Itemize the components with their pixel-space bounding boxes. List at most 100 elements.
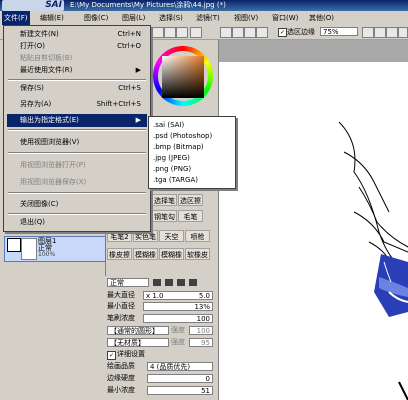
menu-window[interactable]: 窗口(W) <box>270 11 300 25</box>
edge-hardness-field[interactable]: 0 <box>147 374 213 383</box>
menu-bar: 文件(F) 编辑(E) 图像(C) 图层(L) 选择(S) 滤镜(T) 视图(V… <box>0 11 408 26</box>
submenu-arrow-icon: ▶ <box>135 116 141 124</box>
min-density-field[interactable]: 51 <box>147 386 213 395</box>
toolbar-button[interactable] <box>152 27 164 38</box>
eye-icon[interactable] <box>7 238 21 252</box>
detail-label: 详细设置 <box>117 350 145 358</box>
max-size-multiplier: x 1.0 <box>146 292 164 300</box>
menu-item-label: 退出(Q) <box>20 218 45 226</box>
export-submenu: .sai (SAI) .psd (Photoshop) .bmp (Bitmap… <box>148 116 236 189</box>
zoom-out-button[interactable] <box>362 27 374 38</box>
edge-hardness-label: 边缘硬度 <box>107 374 135 382</box>
file-menu: 新建文件(N) Ctrl+N 打开(O) Ctrl+O 粘贴自剪切板(B) 最近使用… <box>3 25 151 232</box>
tool-sky[interactable]: 天空 <box>159 230 184 242</box>
menu-open-view-browser[interactable]: 用视图浏览器打开(P) <box>7 159 147 172</box>
menu-item-label: 用视图浏览器保存(X) <box>20 178 87 186</box>
tool-eraser[interactable]: 橡皮擦 <box>107 248 132 260</box>
tool-soft-eraser[interactable]: 软橡皮 <box>185 248 210 260</box>
zoom-reset-button[interactable] <box>386 27 398 38</box>
menu-item-label: 另存为(A) <box>20 100 52 108</box>
menu-image[interactable]: 图像(C) <box>82 11 110 25</box>
tool-pen[interactable]: 钢笔勾 <box>152 210 177 222</box>
texture-select[interactable]: 【无材质】 <box>107 338 169 347</box>
menu-separator <box>8 129 146 131</box>
zoom-in-button[interactable] <box>374 27 386 38</box>
menu-select[interactable]: 选择(S) <box>157 11 185 25</box>
selection-edge-label: 选区边缘 <box>287 28 315 36</box>
layer-thumbnail <box>21 238 37 260</box>
tool-blur-eraser-2[interactable]: 模糊橡 <box>159 248 184 260</box>
menu-view[interactable]: 视图(V) <box>232 11 260 25</box>
menu-file[interactable]: 文件(F) <box>2 11 30 25</box>
layer-opacity: 100% <box>38 251 56 258</box>
app-logo: SAI <box>2 0 64 11</box>
blend-mode-select[interactable]: 正常 <box>107 278 149 287</box>
menu-other[interactable]: 其他(O) <box>307 11 336 25</box>
toolbar-button[interactable] <box>232 27 244 38</box>
toolbar-button[interactable] <box>220 27 232 38</box>
quality-label: 绘画品质 <box>107 362 135 370</box>
max-size-value: 5.0 <box>198 292 210 300</box>
max-size-field[interactable]: x 1.0 5.0 <box>143 291 213 300</box>
rotate-button[interactable] <box>398 27 408 38</box>
menu-save[interactable]: 保存(S) Ctrl+S <box>7 82 147 95</box>
brush-shape-icon[interactable] <box>153 279 161 286</box>
toolbar-button[interactable] <box>244 27 256 38</box>
menu-separator <box>8 152 146 154</box>
canvas-drawing <box>294 62 408 400</box>
saturation-value-square[interactable] <box>162 56 204 98</box>
menu-filter[interactable]: 滤镜(T) <box>194 11 222 25</box>
min-size-label: 最小直径 <box>107 302 135 310</box>
tool-selection-pen[interactable]: 选择笔 <box>152 194 177 206</box>
selection-edge-checkbox[interactable]: ✓ <box>278 28 287 37</box>
brush-shape-select[interactable]: 【通常的圆形】 <box>107 326 169 335</box>
menu-item-shortcut: Ctrl+S <box>118 84 141 92</box>
brush-shape-icon[interactable] <box>165 279 173 286</box>
tool-selection-eraser[interactable]: 选区擦 <box>178 194 203 206</box>
menu-item-label: 使用视图浏览器(V) <box>20 138 80 146</box>
texture-strength-label: 强度 <box>171 338 185 346</box>
menu-item-label: 最近使用文件(R) <box>20 66 73 74</box>
menu-exit[interactable]: 退出(Q) <box>7 216 147 229</box>
menu-save-as[interactable]: 另存为(A) Shift+Ctrl+S <box>7 98 147 111</box>
toolbar-button[interactable] <box>176 27 188 38</box>
density-label: 笔刷浓度 <box>107 314 135 322</box>
density-field[interactable]: 100 <box>143 314 213 323</box>
min-size-field[interactable]: 13% <box>143 302 213 311</box>
max-size-label: 最大直径 <box>107 291 135 299</box>
menu-separator <box>8 192 146 194</box>
menu-close-image[interactable]: 关闭图像(C) <box>7 198 147 211</box>
shape-strength-label: 强度 <box>171 326 185 334</box>
tool-blur-eraser[interactable]: 模糊橡 <box>133 248 158 260</box>
quality-select[interactable]: 4 (品质优先) <box>147 362 213 371</box>
menu-item-label: 用视图浏览器打开(P) <box>20 161 86 169</box>
menu-use-view-browser[interactable]: 使用视图浏览器(V) <box>7 136 147 149</box>
canvas-background <box>219 40 408 62</box>
menu-item-label: 输出为指定格式(E) <box>20 116 79 124</box>
tool-airbrush[interactable]: 喷枪 <box>185 230 210 242</box>
brush-shape-icon[interactable] <box>189 279 197 286</box>
menu-item-shortcut: Shift+Ctrl+S <box>96 100 141 108</box>
window-title: E:\My Documents\My Pictures\涂鸦\44.jpg (*… <box>70 1 226 9</box>
toolbar-button[interactable] <box>190 27 202 38</box>
detail-checkbox[interactable]: ✓ <box>107 351 116 360</box>
texture-strength-field[interactable]: 95 <box>189 338 213 347</box>
toolbar-button[interactable] <box>164 27 176 38</box>
menu-layer[interactable]: 图层(L) <box>120 11 147 25</box>
menu-item-label: 关闭图像(C) <box>20 200 59 208</box>
menu-save-view-browser[interactable]: 用视图浏览器保存(X) <box>7 176 147 189</box>
menu-item-label: 保存(S) <box>20 84 44 92</box>
brush-shape-icon[interactable] <box>177 279 185 286</box>
zoom-field[interactable]: 75% <box>320 27 358 36</box>
submenu-arrow-icon: ▶ <box>135 66 141 74</box>
menu-separator <box>8 79 146 81</box>
menu-edit[interactable]: 编辑(E) <box>38 11 66 25</box>
menu-export-format[interactable]: 输出为指定格式(E) ▶ <box>7 114 147 127</box>
min-density-label: 最小浓度 <box>107 386 135 394</box>
toolbar-button[interactable] <box>256 27 268 38</box>
menu-recent-files[interactable]: 最近使用文件(R) ▶ <box>7 64 147 77</box>
brush-settings: 正常 最大直径 x 1.0 5.0 最小直径 13% 笔刷浓度 100 【通常的… <box>105 276 218 400</box>
export-tga[interactable]: .tga (TARGA) <box>153 174 198 186</box>
tool-brush[interactable]: 毛笔 <box>178 210 203 222</box>
shape-strength-field[interactable]: 100 <box>189 326 213 335</box>
